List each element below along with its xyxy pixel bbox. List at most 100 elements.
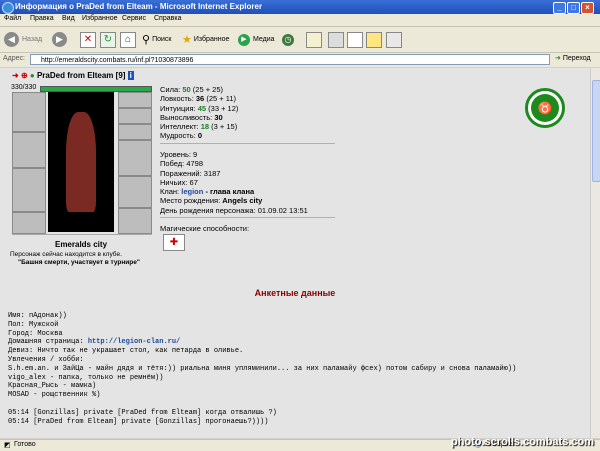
page-done-icon: ◩ bbox=[4, 442, 11, 449]
mail-button[interactable] bbox=[306, 30, 324, 49]
ring-slot-2[interactable] bbox=[118, 108, 152, 124]
forward-button[interactable]: ▶ bbox=[52, 30, 70, 49]
city-label: Emeralds city bbox=[54, 240, 108, 249]
edit-icon bbox=[347, 31, 363, 48]
ring-slot-1[interactable] bbox=[118, 92, 152, 108]
magic-scroll-icon[interactable]: ✚ bbox=[163, 234, 185, 251]
stamina-label: Выносливость: bbox=[160, 112, 213, 122]
stats-block: Сила: 50 (25 + 25) Ловкость: 36 (25 + 11… bbox=[160, 85, 238, 141]
shield-slot[interactable] bbox=[118, 176, 152, 208]
menu-tools[interactable]: Сервис bbox=[122, 15, 146, 22]
profile-block: Имя: пАдонак)) Пол: Мужской Город: Москва Д… bbox=[8, 312, 516, 426]
go-label: Переход bbox=[562, 55, 591, 62]
character-level: [9] bbox=[115, 71, 126, 80]
profile-home-label: Домашняя страница: bbox=[8, 338, 84, 347]
go-button[interactable]: ➜ Переход bbox=[555, 54, 591, 62]
edit-button[interactable] bbox=[347, 30, 365, 49]
notes-icon bbox=[366, 31, 382, 48]
scrollbar-thumb[interactable] bbox=[592, 80, 600, 182]
boots-slot[interactable] bbox=[118, 208, 152, 234]
gloves-slot[interactable] bbox=[118, 140, 152, 176]
messenger-button[interactable] bbox=[386, 30, 404, 49]
refresh-button[interactable]: ↻ bbox=[100, 30, 118, 49]
menu-favorites[interactable]: Избранное bbox=[82, 15, 117, 22]
belt-slot[interactable] bbox=[12, 212, 46, 234]
close-button[interactable]: × bbox=[581, 2, 594, 14]
media-button[interactable]: ▶ Медиа bbox=[238, 30, 275, 49]
clan-link[interactable]: legion bbox=[181, 187, 203, 196]
menu-view[interactable]: Вид bbox=[62, 15, 75, 22]
wins-text: Побед: 4798 bbox=[160, 159, 204, 169]
info-icon[interactable]: i bbox=[127, 71, 134, 80]
strength-label: Сила: bbox=[160, 85, 181, 94]
address-bar: Адрес: http://emeraldscity.combats.ru/in… bbox=[0, 53, 600, 67]
maximize-button[interactable]: □ bbox=[567, 2, 580, 14]
home-icon: ⌂ bbox=[120, 31, 136, 48]
mail-icon bbox=[306, 31, 322, 48]
location-note: Персонаж сейчас находится в клубе. bbox=[10, 251, 122, 258]
align-icon: ⊕ bbox=[20, 71, 28, 80]
window-titlebar: Информация о PraDed from Elteam - Micros… bbox=[0, 0, 600, 14]
intellect-value: 18 bbox=[200, 122, 210, 132]
search-button[interactable]: ⚲ Поиск bbox=[142, 30, 171, 49]
vertical-scrollbar[interactable] bbox=[590, 68, 600, 438]
magic-label: Магические способности: bbox=[160, 224, 250, 233]
stop-button[interactable]: ✕ bbox=[80, 30, 98, 49]
agility-value: 36 bbox=[195, 94, 205, 104]
ie-logo-icon bbox=[2, 2, 14, 14]
window-title: Информация о PraDed from Elteam - Micros… bbox=[15, 2, 263, 11]
stop-icon: ✕ bbox=[80, 31, 96, 48]
ring-slot-3[interactable] bbox=[118, 124, 152, 140]
strength-extra: (25 + 25) bbox=[192, 85, 224, 94]
profile-line: Красная_Рысь - мамка) bbox=[8, 382, 97, 391]
minimize-button[interactable]: _ bbox=[553, 2, 566, 14]
menu-bar: Файл Правка Вид Избранное Сервис Справка bbox=[0, 14, 600, 27]
divider-2 bbox=[160, 217, 335, 218]
print-button[interactable] bbox=[328, 30, 346, 49]
level-text: Уровень: 9 bbox=[160, 150, 198, 159]
intellect-extra: (3 + 15) bbox=[211, 122, 238, 132]
favorites-button[interactable]: ★ Избранное bbox=[182, 30, 229, 49]
clan-role: - глава клана bbox=[205, 187, 255, 197]
home-button[interactable]: ⌂ bbox=[120, 30, 138, 49]
status-text: Готово bbox=[14, 441, 36, 448]
page-content: ➜ ⊕ ● PraDed from Elteam [9] i 330/330 E… bbox=[0, 68, 590, 438]
section-title: Анкетные данные bbox=[254, 288, 336, 298]
notes-button[interactable] bbox=[366, 30, 384, 49]
search-icon: ⚲ bbox=[142, 34, 151, 46]
armor-slot[interactable] bbox=[12, 168, 46, 212]
back-button[interactable]: ◀ Назад bbox=[4, 30, 42, 49]
history-button[interactable]: ◷ bbox=[282, 30, 297, 49]
private-icon[interactable]: ➜ bbox=[12, 71, 19, 80]
divider bbox=[160, 143, 335, 144]
agility-extra: (25 + 11) bbox=[206, 94, 236, 104]
menu-edit[interactable]: Правка bbox=[30, 15, 54, 22]
birthplace-label: Место рождения: bbox=[160, 196, 221, 206]
location-detail: "Башня смерти, участвует в турнире" bbox=[18, 259, 140, 266]
profile-motto: Девиз: Ничто так не украшает стол, как п… bbox=[8, 347, 244, 356]
refresh-icon: ↻ bbox=[100, 31, 116, 48]
address-field[interactable]: http://emeraldscity.combats.ru/inf.pl?10… bbox=[30, 54, 550, 65]
profile-line: 05:14 [PraDed from Elteam] private [Gonz… bbox=[8, 417, 269, 426]
profile-line: vigo_alex - папка, только не ремнём)) bbox=[8, 373, 164, 382]
address-url: http://emeraldscity.combats.ru/inf.pl?10… bbox=[41, 57, 194, 64]
profile-hobbies: Увлечения / хобби: bbox=[8, 355, 84, 364]
watermark: photo.scrolls.combats.com bbox=[450, 436, 594, 448]
character-name: PraDed from Elteam bbox=[36, 71, 114, 80]
clan-logo[interactable]: ♉ bbox=[525, 88, 565, 128]
back-arrow-icon: ◀ bbox=[4, 32, 19, 47]
intellect-label: Интеллект: bbox=[160, 122, 199, 132]
clan-label: Клан: bbox=[160, 187, 180, 197]
media-icon: ▶ bbox=[238, 33, 250, 46]
info-block: Уровень: 9 Побед: 4798 Поражений: 3187 Н… bbox=[160, 150, 308, 215]
menu-help[interactable]: Справка bbox=[154, 15, 181, 22]
star-icon: ★ bbox=[182, 34, 192, 46]
helmet-slot[interactable] bbox=[12, 92, 46, 132]
intuition-label: Интуиция: bbox=[160, 103, 196, 113]
weapon-left-slot[interactable] bbox=[12, 132, 46, 168]
print-icon bbox=[328, 31, 344, 48]
profile-home-link[interactable]: http://legion-clan.ru/ bbox=[88, 338, 180, 346]
birthday-text: День рождения персонажа: 01.09.02 13:51 bbox=[160, 205, 308, 215]
intuition-extra: (33 + 12) bbox=[208, 103, 239, 113]
menu-file[interactable]: Файл bbox=[4, 15, 21, 22]
